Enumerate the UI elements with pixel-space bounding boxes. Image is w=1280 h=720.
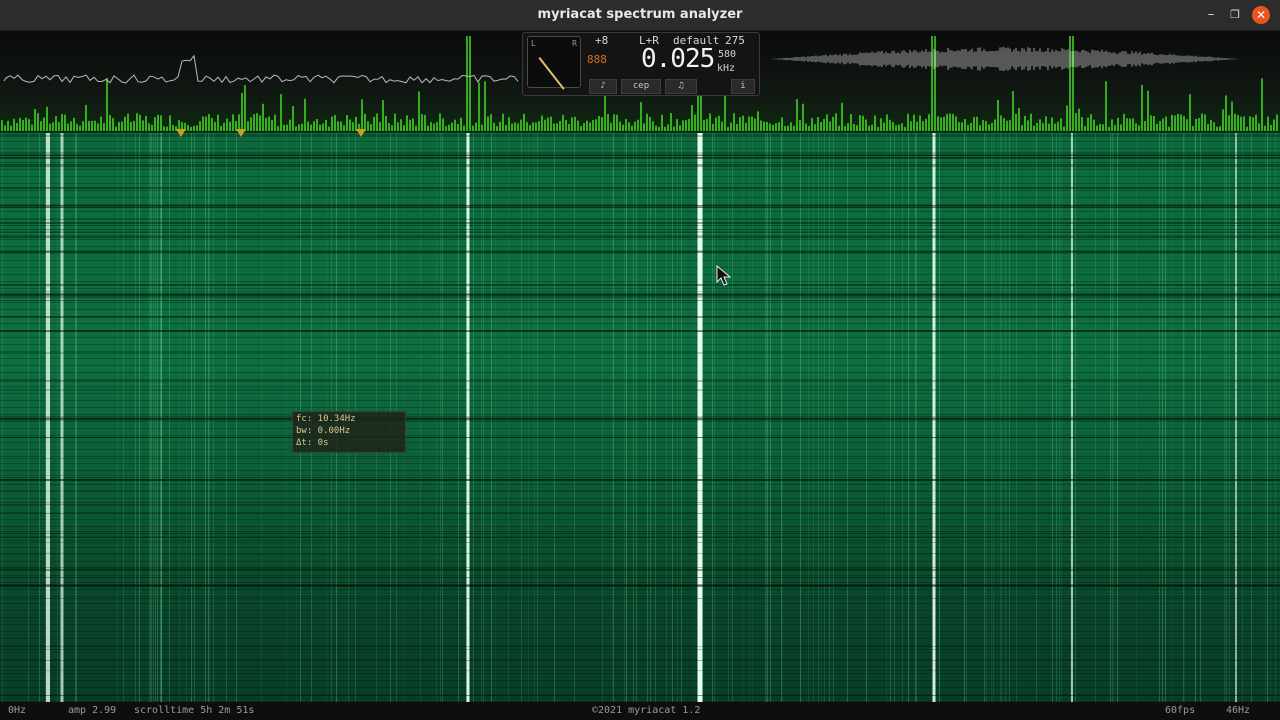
waterfall-dark-band (0, 504, 1280, 505)
vu-meter-icon: L R (527, 36, 581, 90)
waterfall-dark-band (0, 251, 1280, 253)
copyright-label: ©2021 myriacat 1.2 (592, 705, 701, 716)
status-bar: 0Hz amp 2.99 scrolltime 5h 2m 51s ©2021 … (0, 702, 1280, 720)
fps-label: 60fps (1165, 705, 1196, 716)
waterfall-dark-band (0, 380, 1280, 382)
waterfall-dark-band (0, 479, 1280, 481)
small-digits: 888 (587, 53, 607, 66)
waterfall-dark-band (0, 390, 1280, 391)
waterfall-dark-band (0, 187, 1280, 189)
peak-marker[interactable] (356, 129, 366, 137)
amp-label: amp 2.99 (68, 705, 117, 716)
waterfall-dark-band (0, 531, 1280, 532)
waterfall-dark-band (0, 157, 1280, 159)
waterfall-dark-band (0, 300, 1280, 301)
waterfall-dark-band (0, 502, 1280, 503)
waterfall-dark-band (0, 165, 1280, 167)
tab-spectrum[interactable]: ♪ (589, 79, 617, 94)
waterfall-dark-band (0, 225, 1280, 226)
waterfall-dark-band (0, 352, 1280, 354)
waterfall-dark-band (0, 229, 1280, 230)
close-button[interactable]: ✕ (1252, 6, 1270, 24)
waterfall-dark-band (0, 537, 1280, 538)
waterfall-dark-band (0, 416, 1280, 417)
waterfall-dark-band (0, 331, 1280, 332)
unit-top: 580 (718, 49, 737, 60)
meter-left-label: L (531, 39, 536, 48)
waterfall-dark-band (0, 154, 1280, 156)
waterfall-dark-band (0, 389, 1280, 390)
waterfall-dark-band (0, 296, 1280, 298)
waterfall-dark-band (0, 285, 1280, 286)
waterfall-dark-band (0, 542, 1280, 543)
peak-marker[interactable] (236, 129, 246, 137)
waterfall-dark-band (0, 567, 1280, 568)
waterfall-dark-band (0, 598, 1280, 599)
waterfall-spectrogram[interactable] (0, 133, 1280, 702)
waterfall-dark-band (0, 294, 1280, 296)
waterfall-dark-band (0, 152, 1280, 154)
waterfall-dark-band (0, 569, 1280, 571)
waterfall-dark-band (0, 135, 1280, 137)
waterfall-dark-band (0, 316, 1280, 318)
waterfall-dark-band (0, 284, 1280, 285)
unit-label: kHz (717, 63, 736, 74)
waterfall-dark-band (0, 553, 1280, 554)
waterfall-dark-band (0, 490, 1280, 491)
freq-min-label: 0Hz (8, 705, 27, 716)
waterfall-dark-band (0, 205, 1280, 206)
spectrum-trace (3, 54, 519, 84)
waterfall-dark-band (0, 660, 1280, 661)
window-title: myriacat spectrum analyzer (537, 7, 743, 22)
waterfall-dark-band (0, 231, 1280, 233)
waterfall-dark-band (0, 236, 1280, 238)
waterfall-dark-band (0, 235, 1280, 236)
waterfall-dark-band (0, 219, 1280, 220)
frequency-readout: 0.025 (641, 44, 715, 74)
tooltip-bw: bw: 0.00Hz (296, 426, 351, 436)
waterfall-dark-band (0, 164, 1280, 165)
meter-needle (538, 57, 565, 90)
waterfall-dark-band (0, 291, 1280, 292)
waterfall-dark-band (0, 475, 1280, 476)
waterfall-dark-band (0, 417, 1280, 419)
waterfall-dark-band (0, 695, 1280, 696)
waterfall-dark-band (0, 646, 1280, 647)
waterfall-dark-band (0, 222, 1280, 224)
waterfall-dark-band (0, 586, 1280, 587)
title-bar: myriacat spectrum analyzer – ❐ ✕ (0, 0, 1280, 31)
waterfall-dark-band (0, 207, 1280, 208)
peak-marker[interactable] (176, 129, 186, 137)
tooltip-dt: Δt: 0s (296, 438, 329, 448)
minimize-button[interactable]: – (1202, 6, 1220, 24)
scrolltime-label: scrolltime 5h 2m 51s (134, 705, 255, 716)
waterfall-dark-band (0, 458, 1280, 459)
waterfall-lines (0, 133, 1280, 702)
waterfall-dark-band (0, 670, 1280, 671)
waterfall-dark-band (0, 577, 1280, 578)
waterfall-dark-band (0, 419, 1280, 421)
waterfall-dark-band (0, 437, 1280, 438)
waterfall-dark-band (0, 206, 1280, 207)
panel-tabs: ♪ cep ♫ i (581, 79, 757, 94)
cursor-tooltip: fc: 10.34Hz bw: 0.00Hz Δt: 0s (292, 411, 406, 453)
waterfall-dark-band (0, 513, 1280, 514)
meter-right-label: R (572, 39, 577, 48)
freq-max-label: 46Hz (1226, 705, 1251, 716)
preset-number: 275 (725, 34, 745, 47)
maximize-button[interactable]: ❐ (1226, 6, 1244, 24)
mouse-pointer-icon (716, 264, 732, 291)
waterfall-dark-band (0, 649, 1280, 650)
tab-info[interactable]: i (731, 79, 755, 94)
tab-cepstrum[interactable]: cep (621, 79, 661, 94)
tooltip-fc: fc: 10.34Hz (296, 414, 356, 424)
gain-value[interactable]: +8 (595, 34, 608, 47)
control-panel: L R +8 L+R default 275 888 0.025 580 kHz… (522, 32, 760, 96)
tab-music[interactable]: ♫ (665, 79, 697, 94)
waterfall-dark-band (0, 533, 1280, 534)
